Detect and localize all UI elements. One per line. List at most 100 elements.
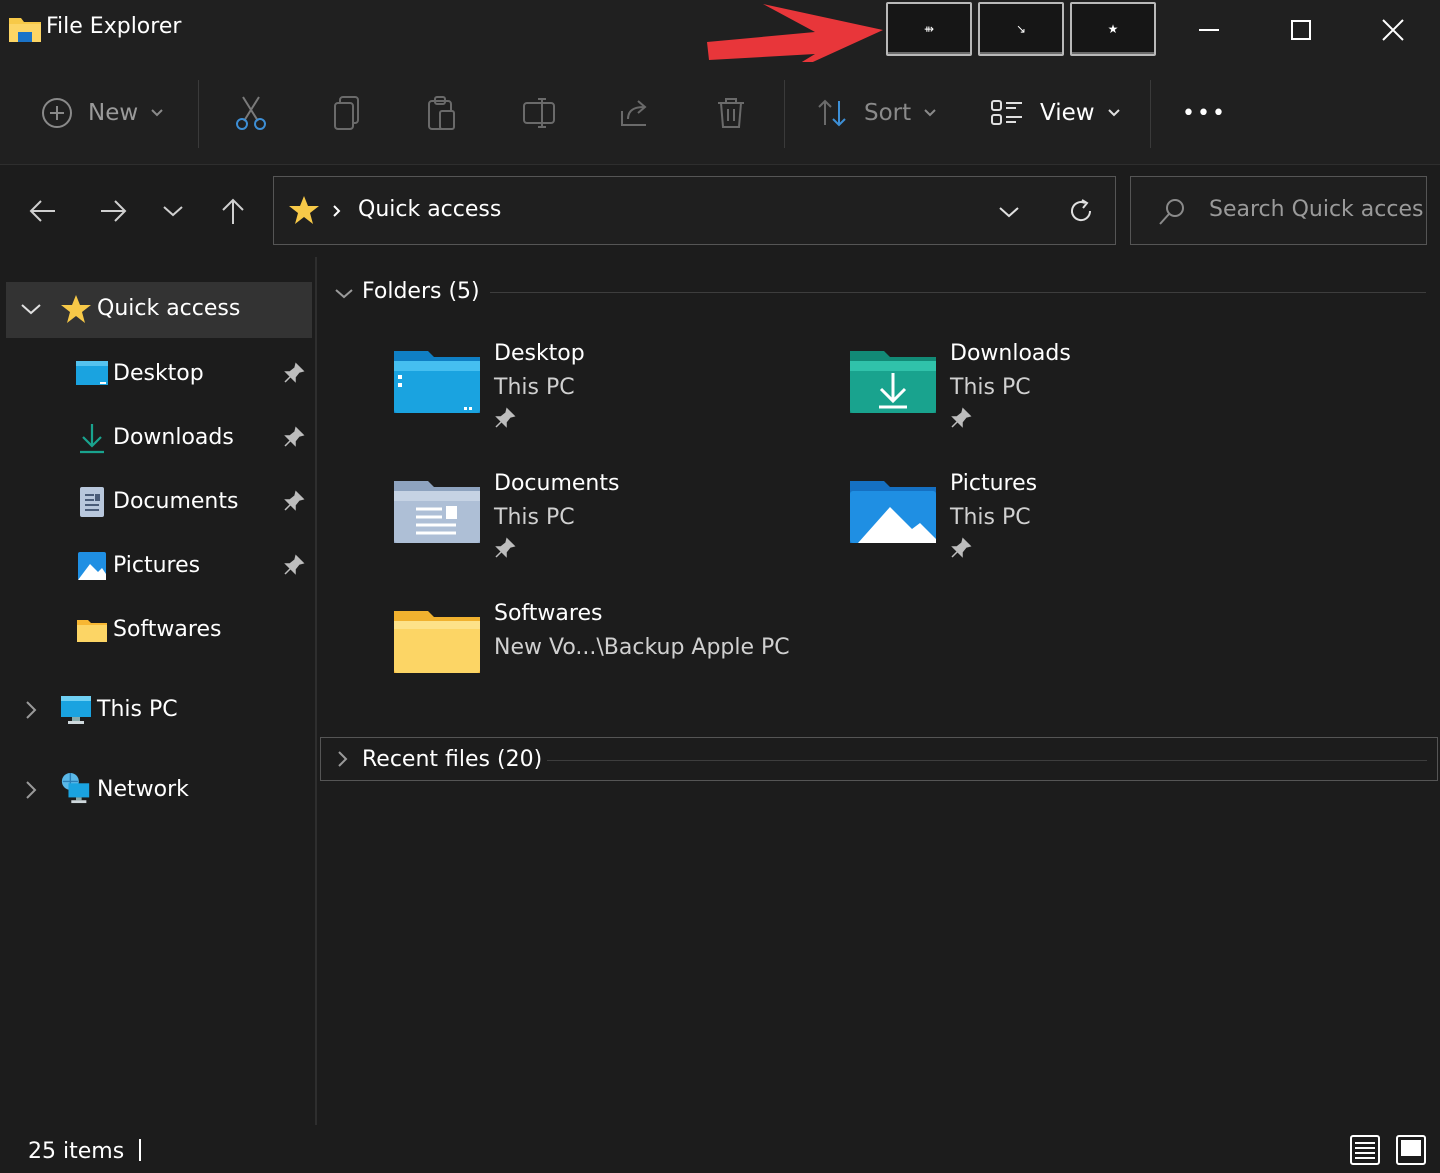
rename-button[interactable]: [522, 62, 556, 164]
sidebar-item-label: Quick access: [97, 296, 241, 321]
plus-circle-icon: [42, 98, 72, 128]
details-view-icon: [1350, 1135, 1380, 1165]
chevron-down-icon: [335, 289, 353, 299]
computer-icon: [61, 696, 91, 724]
sidebar-item-network[interactable]: Network: [0, 762, 315, 818]
folder-name: Documents: [494, 471, 620, 496]
maximize-icon: [1291, 20, 1311, 40]
sidebar-item-desktop[interactable]: Desktop: [0, 346, 315, 402]
window-title: File Explorer: [46, 14, 182, 39]
folder-tile-desktop[interactable]: Desktop This PC: [394, 341, 814, 451]
pin-icon[interactable]: [283, 362, 305, 384]
file-explorer-icon: [9, 18, 41, 42]
chevron-down-icon[interactable]: [998, 205, 1020, 219]
cut-button[interactable]: [234, 62, 268, 164]
sidebar-item-softwares[interactable]: Softwares: [0, 602, 315, 658]
recent-locations-button[interactable]: [148, 165, 198, 257]
maximize-button[interactable]: [1255, 0, 1347, 60]
sidebar-item-quick-access[interactable]: Quick access: [6, 282, 312, 338]
pin-icon: [495, 537, 516, 558]
share-icon: [621, 100, 647, 126]
rename-icon: [523, 98, 555, 128]
recent-files-header-label: Recent files (20): [362, 747, 543, 772]
paste-icon: [428, 96, 455, 130]
chevron-down-icon[interactable]: [20, 302, 42, 316]
folder-name: Pictures: [950, 471, 1038, 496]
search-box[interactable]: [1130, 176, 1427, 245]
pin-button[interactable]: ⇻: [886, 2, 972, 56]
refresh-icon[interactable]: [1068, 198, 1094, 224]
search-input[interactable]: [1209, 197, 1424, 222]
more-options-button[interactable]: •••: [1182, 62, 1227, 164]
trash-icon: [718, 98, 744, 128]
documents-folder-icon: [394, 481, 480, 543]
navigation-bar: Quick access: [0, 165, 1440, 257]
chevron-down-icon: [163, 206, 183, 217]
close-button[interactable]: [1347, 0, 1439, 60]
desktop-folder-icon: [394, 351, 480, 413]
folder-name: Softwares: [494, 601, 603, 626]
chevron-right-icon[interactable]: [24, 780, 38, 800]
folder-location: This PC: [950, 375, 1031, 400]
folder-name: Desktop: [494, 341, 585, 366]
scissors-icon: [236, 96, 266, 130]
delete-button[interactable]: [715, 62, 747, 164]
network-icon: [61, 772, 90, 804]
folder-name: Downloads: [950, 341, 1071, 366]
address-bar[interactable]: Quick access: [273, 176, 1116, 245]
folder-tile-downloads[interactable]: Downloads This PC: [850, 341, 1270, 451]
sidebar-item-documents[interactable]: Documents: [0, 474, 315, 530]
arrow-right-icon: [101, 200, 127, 222]
item-count: 25 items: [28, 1139, 125, 1164]
folder-icon: [394, 611, 480, 673]
more-icon: •••: [1182, 100, 1227, 126]
sidebar-item-this-pc[interactable]: This PC: [0, 682, 315, 738]
pin-icon[interactable]: [283, 490, 305, 512]
arrow-up-icon: [222, 198, 244, 224]
title-bar: File Explorer ⇻ ↘ ★: [0, 0, 1440, 82]
chevron-down-icon: [1107, 109, 1120, 117]
sidebar-item-label: Downloads: [113, 425, 234, 450]
status-divider: [139, 1139, 141, 1161]
sort-icon: [818, 99, 846, 127]
up-button[interactable]: [208, 165, 258, 257]
forward-button[interactable]: [88, 165, 138, 257]
favorite-button[interactable]: ★: [1070, 2, 1156, 56]
folder-tile-softwares[interactable]: Softwares New Vo...\Backup Apple PC: [394, 601, 814, 711]
sidebar-item-downloads[interactable]: Downloads: [0, 410, 315, 466]
view-list-icon: [991, 100, 1022, 125]
back-button[interactable]: [18, 165, 68, 257]
folder-tile-pictures[interactable]: Pictures This PC: [850, 471, 1270, 581]
view-label: View: [1040, 100, 1095, 126]
folder-location: This PC: [494, 375, 575, 400]
view-button[interactable]: View: [990, 62, 1121, 164]
folder-tile-documents[interactable]: Documents This PC: [394, 471, 814, 581]
details-view-button[interactable]: [1348, 1133, 1382, 1167]
new-button[interactable]: New: [40, 62, 164, 164]
sidebar-item-label: Network: [97, 777, 189, 802]
chevron-right-icon: [338, 751, 348, 767]
folders-group-header[interactable]: Folders (5): [334, 279, 1440, 309]
close-icon: [1382, 19, 1404, 41]
chevron-right-icon[interactable]: [24, 700, 38, 720]
pin-icon: [951, 407, 972, 428]
toolbar-divider: [198, 80, 199, 148]
share-button[interactable]: [618, 62, 652, 164]
pin-icon[interactable]: [283, 554, 305, 576]
document-icon: [80, 487, 104, 517]
pin-icon[interactable]: [283, 426, 305, 448]
sort-button[interactable]: Sort: [816, 62, 937, 164]
tiles-view-button[interactable]: [1394, 1133, 1428, 1167]
pin-icon: [951, 537, 972, 558]
paste-button[interactable]: [426, 62, 458, 164]
recent-files-group-header[interactable]: Recent files (20): [320, 737, 1438, 781]
breadcrumb-current[interactable]: Quick access: [358, 197, 501, 222]
sidebar-item-label: This PC: [97, 697, 178, 722]
pictures-icon: [78, 552, 106, 580]
status-bar: 25 items: [0, 1127, 1440, 1173]
copy-button[interactable]: [332, 62, 362, 164]
divider: [547, 760, 1427, 761]
sidebar-item-pictures[interactable]: Pictures: [0, 538, 315, 594]
minimize-to-tray-button[interactable]: ↘: [978, 2, 1064, 56]
minimize-button[interactable]: [1163, 0, 1255, 60]
